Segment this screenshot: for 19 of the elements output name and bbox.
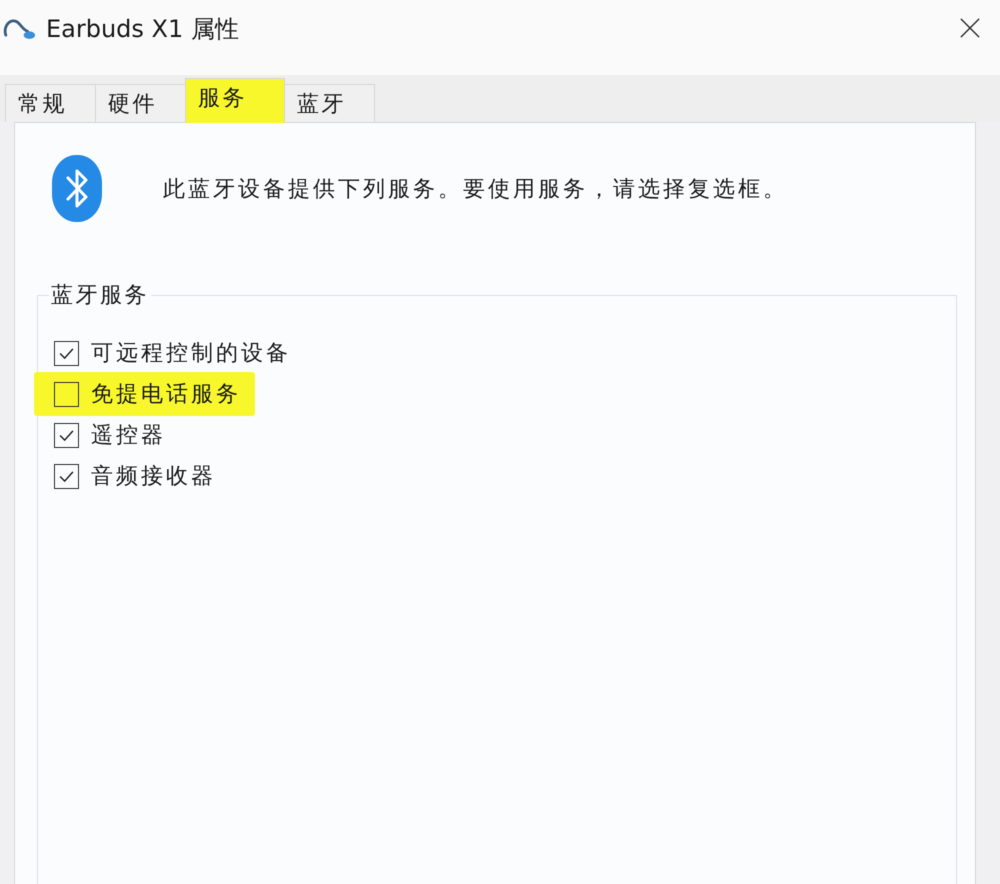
group-title: 蓝牙服务 [50, 282, 150, 310]
checkmark-icon [59, 348, 74, 358]
checkbox-option[interactable]: 遥控器 [50, 421, 170, 449]
tab[interactable]: 蓝牙 [284, 84, 375, 122]
checkbox-option[interactable]: 可远程控制的设备 [50, 339, 295, 367]
checkbox-option[interactable]: 音频接收器 [50, 462, 220, 490]
checkbox[interactable] [54, 464, 79, 488]
close-icon[interactable] [960, 18, 980, 38]
description-text: 此蓝牙设备提供下列服务。要使用服务，请选择复选框。 [163, 176, 788, 204]
checkmark-icon [59, 470, 74, 482]
checkbox[interactable] [54, 422, 79, 448]
tab[interactable]: 服务 [185, 78, 285, 123]
checkmark-icon [59, 430, 74, 440]
checkbox[interactable] [54, 382, 79, 406]
window-title: Earbuds X1 属性 [46, 14, 239, 44]
bluetooth-icon [52, 155, 102, 222]
checkbox-option[interactable]: 免提电话服务 [34, 372, 255, 416]
tab[interactable]: 常规 [5, 84, 96, 122]
checkbox[interactable] [54, 340, 79, 366]
